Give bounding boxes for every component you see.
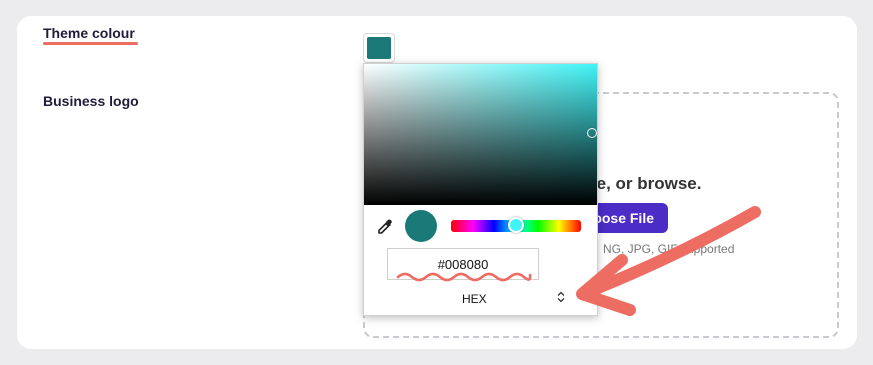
theme-label-underline-annotation [43,42,138,45]
hue-slider-handle[interactable] [508,217,524,233]
colour-format-label: HEX [462,292,487,306]
current-colour-preview [405,210,437,242]
saturation-value-area[interactable] [364,64,597,205]
saturation-handle[interactable] [587,128,597,138]
theme-colour-swatch [367,37,391,59]
eyedropper-icon[interactable] [376,218,394,236]
annotation-arrow [576,206,761,316]
hex-squiggle-annotation [396,272,532,282]
business-logo-label: Business logo [43,93,139,109]
dropzone-heading: re, or browse. [590,174,702,193]
theme-colour-label: Theme colour [43,25,135,41]
theme-colour-swatch-button[interactable] [363,33,395,63]
